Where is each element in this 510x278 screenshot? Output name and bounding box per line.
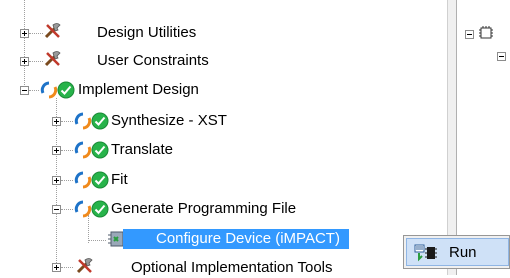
tree-line (61, 150, 73, 152)
expand-toggle[interactable] (52, 176, 61, 185)
tree-line (61, 180, 73, 182)
process-tree: Design Utilities User Constraints Implem… (0, 0, 447, 278)
tree-line (61, 121, 73, 123)
collapse-toggle[interactable] (20, 86, 29, 95)
tree-item-label[interactable]: Optional Implementation Tools (128, 258, 336, 278)
check-icon (57, 81, 75, 99)
expand-toggle[interactable] (20, 57, 29, 66)
context-menu: Run (403, 235, 510, 269)
tree-line (29, 61, 43, 63)
run-menu-item[interactable]: Run (406, 238, 509, 266)
check-icon (91, 200, 109, 218)
expand-toggle[interactable] (52, 263, 61, 272)
tree-line (61, 267, 73, 269)
tree-item-label[interactable]: Generate Programming File (108, 199, 299, 219)
check-icon (91, 141, 109, 159)
run-icon (414, 244, 437, 262)
expand-toggle[interactable] (52, 146, 61, 155)
tools-icon (44, 23, 61, 39)
expand-toggle[interactable] (52, 117, 61, 126)
right-pane (457, 0, 510, 275)
tree-line (88, 215, 90, 243)
tree-item-label[interactable]: User Constraints (94, 51, 212, 71)
expand-toggle[interactable] (20, 29, 29, 38)
collapse-toggle[interactable] (465, 30, 474, 39)
check-icon (91, 112, 109, 130)
tree-item-label-selected[interactable]: Configure Device (iMPACT) (123, 229, 349, 249)
collapse-toggle[interactable] (52, 205, 61, 214)
refresh-icon (74, 112, 92, 130)
check-icon (91, 171, 109, 189)
refresh-icon (74, 141, 92, 159)
tree-item-label[interactable]: Synthesize - XST (108, 111, 230, 131)
tree-item-label[interactable]: Fit (108, 170, 131, 190)
tree-item-label[interactable]: Design Utilities (94, 23, 199, 43)
refresh-icon (40, 81, 58, 99)
collapse-toggle[interactable] (497, 52, 506, 61)
tree-line (24, 0, 26, 85)
refresh-icon (74, 171, 92, 189)
tools-icon (76, 258, 93, 274)
tools-icon (44, 51, 61, 67)
tree-item-label[interactable]: Translate (108, 140, 176, 160)
chip-icon (479, 26, 493, 39)
pane-splitter[interactable] (447, 0, 457, 275)
tree-line (29, 90, 39, 92)
tree-item-label[interactable]: Implement Design (75, 80, 202, 100)
tree-line (61, 209, 73, 211)
refresh-icon (74, 200, 92, 218)
tree-line (88, 240, 106, 242)
run-label: Run (449, 243, 477, 261)
tree-line (29, 33, 43, 35)
